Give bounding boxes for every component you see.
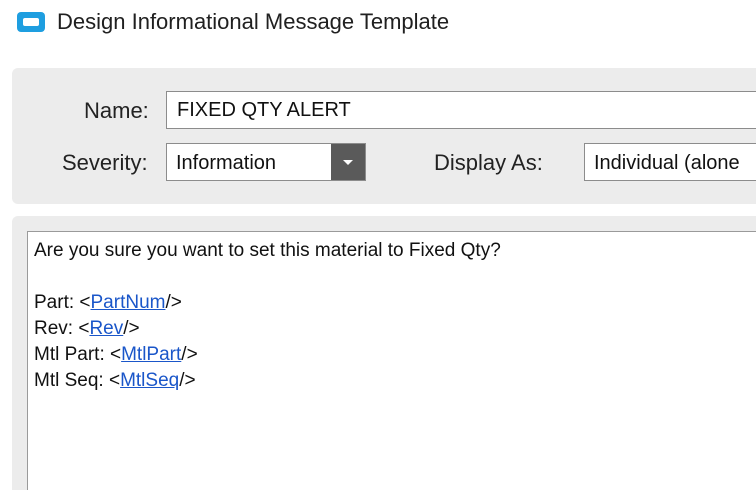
field-prefix: Mtl Seq: < [34, 370, 121, 391]
field-tag-link[interactable]: MtlSeq [120, 370, 179, 391]
field-line-partnum: Part: <PartNum/> [34, 290, 756, 316]
display-as-value: Individual (alone [594, 152, 740, 174]
display-as-dropdown[interactable]: Individual (alone [584, 143, 756, 181]
field-prefix: Rev: < [34, 318, 90, 339]
header-panel [12, 68, 756, 204]
field-suffix: /> [165, 292, 182, 313]
message-template-icon [17, 12, 45, 32]
field-tag-link[interactable]: Rev [89, 318, 123, 339]
field-suffix: /> [179, 370, 196, 391]
severity-label: Severity: [62, 150, 148, 175]
window-title: Design Informational Message Template [57, 9, 450, 34]
field-tag-link[interactable]: MtlPart [121, 344, 181, 365]
name-label: Name: [84, 98, 149, 123]
field-line-mtlpart: Mtl Part: <MtlPart/> [34, 342, 756, 368]
message-editor[interactable]: Are you sure you want to set this materi… [27, 231, 756, 490]
field-tag-link[interactable]: PartNum [91, 292, 166, 313]
field-prefix: Part: < [34, 292, 91, 313]
chevron-down-icon[interactable] [331, 144, 365, 180]
message-question: Are you sure you want to set this materi… [34, 240, 501, 261]
field-line-mtlseq: Mtl Seq: <MtlSeq/> [34, 368, 756, 394]
severity-value: Information [176, 152, 277, 174]
field-suffix: /> [123, 318, 140, 339]
name-input[interactable]: FIXED QTY ALERT [166, 91, 756, 129]
title-bar: Design Informational Message Template [0, 0, 756, 50]
severity-dropdown[interactable]: Information [166, 143, 366, 181]
field-prefix: Mtl Part: < [34, 344, 122, 365]
display-as-label: Display As: [434, 150, 543, 175]
field-suffix: /> [181, 344, 198, 365]
field-line-rev: Rev: <Rev/> [34, 316, 756, 342]
